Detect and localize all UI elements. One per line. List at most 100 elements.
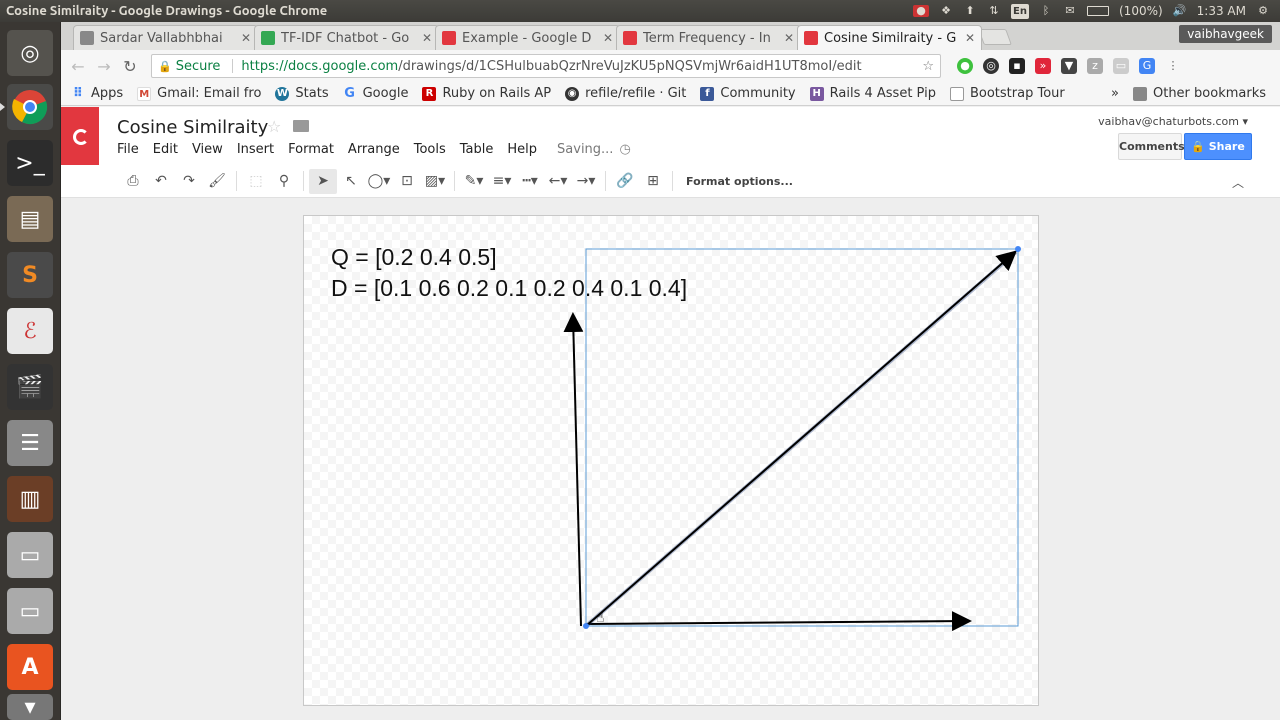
bookmark-star-icon[interactable]: ☆ (922, 59, 934, 74)
forward-icon[interactable]: → (91, 57, 117, 76)
line-dash-icon[interactable]: ┅▾ (516, 173, 544, 189)
reload-icon[interactable]: ↻ (117, 57, 143, 76)
folder-icon[interactable] (293, 120, 309, 132)
x-axis-arrow[interactable] (585, 611, 972, 632)
menu-table[interactable]: Table (460, 142, 494, 157)
undo-icon[interactable]: ↶ (147, 173, 175, 189)
line-end-icon[interactable]: →▾ (572, 173, 600, 189)
dropbox-icon[interactable]: ❖ (939, 5, 953, 17)
extension-icon[interactable]: ● (957, 58, 973, 74)
menu-format[interactable]: Format (288, 142, 334, 157)
extension-icon[interactable]: z (1087, 58, 1103, 74)
line-start-icon[interactable]: ←▾ (544, 173, 572, 189)
print-icon[interactable]: ⎙ (119, 173, 147, 189)
redo-icon[interactable]: ↷ (175, 173, 203, 189)
drive-2-icon[interactable]: ▭ (7, 588, 53, 634)
menu-insert[interactable]: Insert (237, 142, 274, 157)
browser-tab[interactable]: Sardar Vallabhbhai ✕ (73, 25, 258, 50)
shape-tool-icon[interactable]: ◯▾ (365, 173, 393, 189)
menu-help[interactable]: Help (507, 142, 537, 157)
volume-icon[interactable]: 🔊 (1173, 5, 1187, 17)
keyboard-language[interactable]: En (1011, 3, 1029, 19)
comments-button[interactable]: Comments (1118, 133, 1185, 160)
translate-icon[interactable]: G (1139, 58, 1155, 74)
database-icon[interactable]: ☰ (7, 420, 53, 466)
browser-tab[interactable]: Term Frequency - In ✕ (616, 25, 801, 50)
menu-file[interactable]: File (117, 142, 139, 157)
browser-tab-active[interactable]: Cosine Similraity - G ✕ (797, 25, 982, 50)
profile-button[interactable]: vaibhavgeek (1179, 25, 1272, 43)
add-comment-icon[interactable]: ⊞ (639, 173, 667, 189)
drawings-logo-icon[interactable] (61, 107, 99, 165)
menu-icon[interactable]: ⋮ (1165, 58, 1181, 74)
new-tab-button[interactable] (978, 29, 1012, 45)
menu-tools[interactable]: Tools (414, 142, 446, 157)
line-tool-icon[interactable]: ↖ (337, 173, 365, 189)
close-tab-icon[interactable]: ✕ (965, 31, 975, 45)
ubuntu-dash-icon[interactable]: ◎ (7, 30, 53, 76)
clock[interactable]: 1:33 AM (1197, 4, 1246, 18)
link-icon[interactable]: 🔗 (611, 173, 639, 189)
bookmark-item[interactable]: W Stats (275, 86, 329, 101)
menu-arrange[interactable]: Arrange (348, 142, 400, 157)
image-tool-icon[interactable]: ▨▾ (421, 173, 449, 189)
document-title[interactable]: Cosine Similraity (117, 117, 268, 138)
books-icon[interactable]: ▥ (7, 476, 53, 522)
line-color-icon[interactable]: ✎▾ (460, 173, 488, 189)
sublime-text-icon[interactable]: S (7, 252, 53, 298)
terminal-icon[interactable]: >_ (7, 140, 53, 186)
files-icon[interactable]: ▤ (7, 196, 53, 242)
menu-edit[interactable]: Edit (153, 142, 178, 157)
bookmark-item[interactable]: Bootstrap Tour (949, 86, 1065, 101)
user-account[interactable]: vaibhav@chaturbots.com ▾ (1098, 115, 1248, 128)
diagonal-arrow[interactable] (585, 250, 1018, 627)
extension-icon[interactable]: ▼ (1061, 58, 1077, 74)
selection-handle[interactable] (1015, 246, 1021, 252)
network-icon[interactable]: ⇅ (987, 5, 1001, 17)
select-pointer-icon[interactable]: ➤ (309, 168, 337, 194)
select-all-icon[interactable]: ⬚ (242, 173, 270, 189)
video-editor-icon[interactable]: 🎬 (7, 364, 53, 410)
revision-history-icon[interactable]: ◷ (619, 142, 630, 157)
bookmark-item[interactable]: R Ruby on Rails AP (422, 86, 551, 101)
share-button[interactable]: 🔒 Share (1184, 133, 1252, 160)
battery-icon[interactable] (1087, 6, 1109, 16)
extension-icon[interactable]: ▭ (1113, 58, 1129, 74)
text-box-icon[interactable]: ⊡ (393, 173, 421, 189)
software-center-icon[interactable]: A (7, 644, 53, 690)
updates-icon[interactable]: ⬆ (963, 5, 977, 17)
drawing-canvas[interactable]: Q = [0.2 0.4 0.5] D = [0.1 0.6 0.2 0.1 0… (303, 215, 1039, 706)
close-tab-icon[interactable]: ✕ (784, 31, 794, 45)
pdf-reader-icon[interactable]: ℰ (7, 308, 53, 354)
bluetooth-icon[interactable]: ᛒ (1039, 5, 1053, 17)
bookmark-item[interactable]: G Google (343, 86, 408, 101)
bookmark-apps[interactable]: ⠿ Apps (71, 86, 123, 101)
close-tab-icon[interactable]: ✕ (603, 31, 613, 45)
recording-icon[interactable]: ● (913, 5, 929, 17)
line-weight-icon[interactable]: ≡▾ (488, 173, 516, 189)
mail-icon[interactable]: ✉ (1063, 5, 1077, 17)
bookmark-item[interactable]: M Gmail: Email fro (137, 86, 261, 101)
back-icon[interactable]: ← (65, 57, 91, 76)
browser-tab[interactable]: Example - Google D ✕ (435, 25, 620, 50)
star-icon[interactable]: ☆ (267, 117, 281, 136)
y-axis-arrow[interactable] (563, 312, 584, 627)
close-tab-icon[interactable]: ✕ (422, 31, 432, 45)
browser-tab[interactable]: TF-IDF Chatbot - Go ✕ (254, 25, 439, 50)
drive-icon[interactable]: ▭ (7, 532, 53, 578)
bookmark-item[interactable]: ◉ refile/refile · Git (565, 86, 686, 101)
paint-format-icon[interactable]: 🖌 (203, 173, 231, 189)
extension-icon[interactable]: ▪ (1009, 58, 1025, 74)
extension-icon[interactable]: » (1035, 58, 1051, 74)
extension-icon[interactable]: ◎ (983, 58, 999, 74)
format-options[interactable]: Format options... (686, 175, 793, 188)
close-tab-icon[interactable]: ✕ (241, 31, 251, 45)
zoom-icon[interactable]: ⚲ (270, 173, 298, 189)
bookmark-item[interactable]: f Community (700, 86, 796, 101)
address-bar[interactable]: 🔒 Secure https://docs.google.com /drawin… (151, 54, 941, 78)
chrome-launcher-icon[interactable] (0, 84, 53, 130)
trash-icon[interactable]: ▾ (7, 694, 53, 720)
selection-handle[interactable] (583, 623, 589, 629)
settings-gear-icon[interactable]: ⚙ (1256, 5, 1270, 17)
collapse-toolbar-icon[interactable]: ︿ (1232, 174, 1244, 191)
